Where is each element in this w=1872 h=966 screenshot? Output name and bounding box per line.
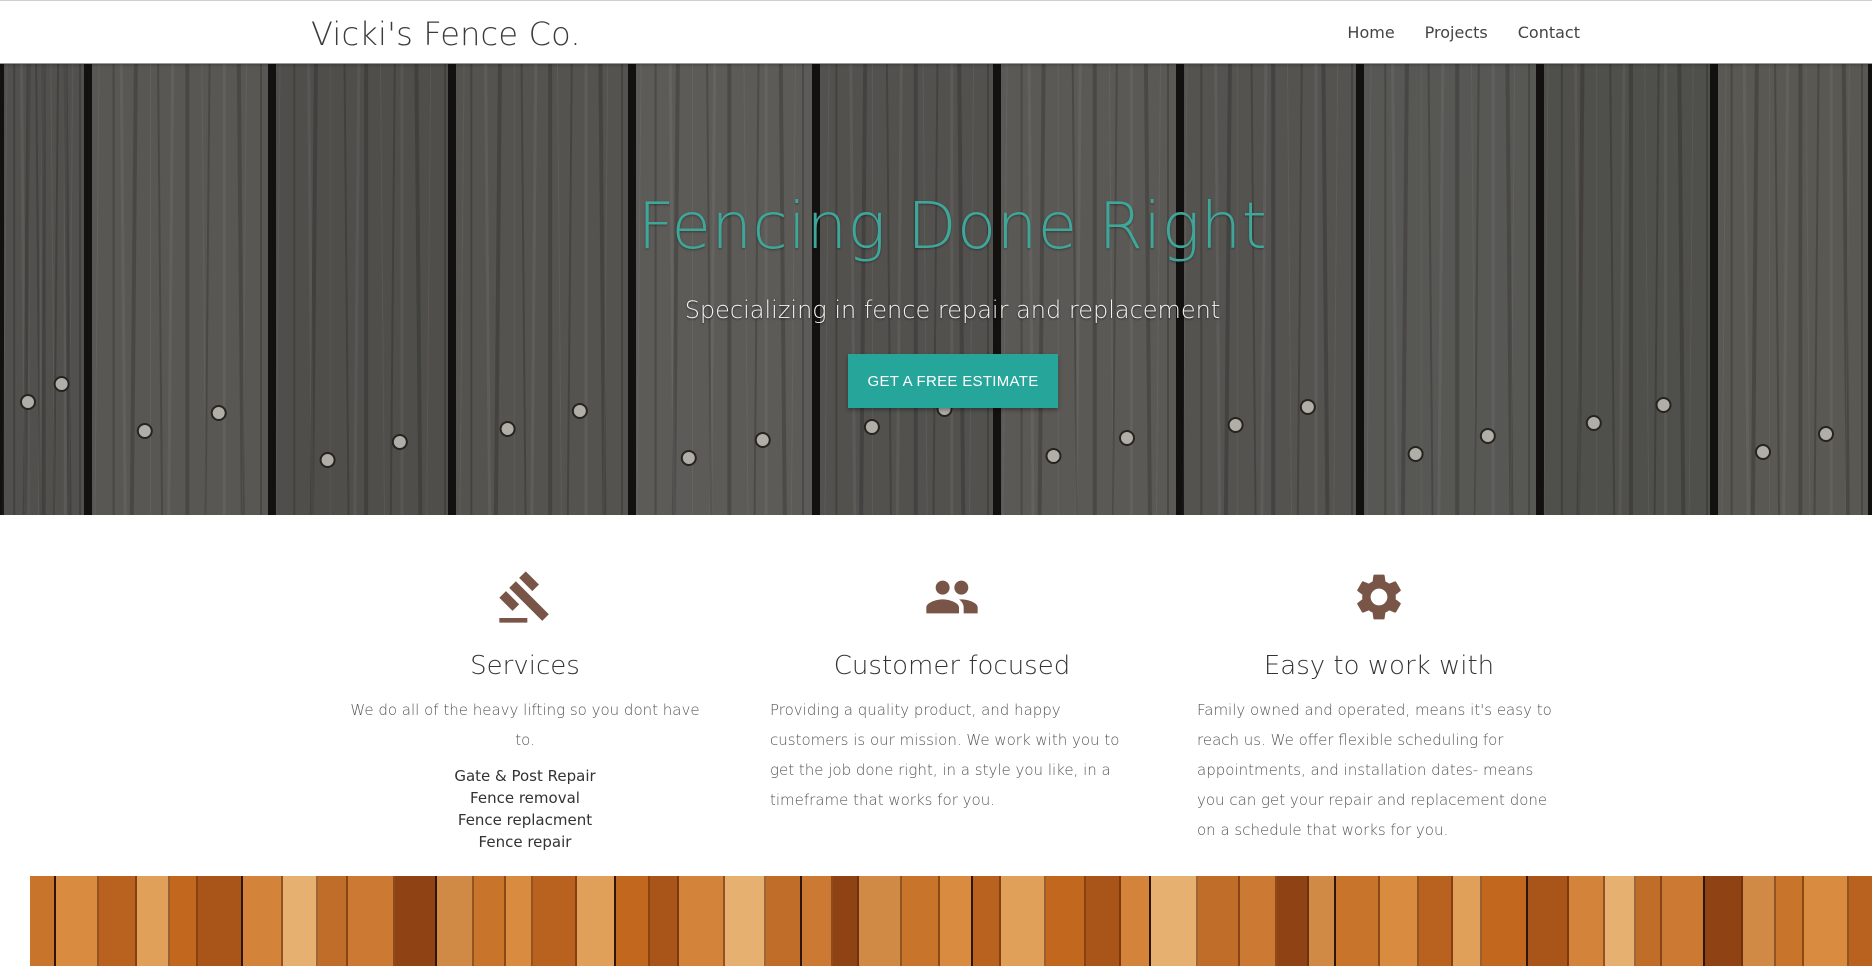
feature-description: We do all of the heavy lifting so you do… <box>350 701 700 749</box>
list-item: Fence repair <box>478 833 572 851</box>
brand-logo[interactable]: Vicki's Fence Co. <box>311 15 581 53</box>
nav-links: Home Projects Contact <box>1347 23 1580 42</box>
list-item: Fence replacment <box>457 811 593 829</box>
list-item: Fence removal <box>470 789 580 807</box>
features-section: Services We do all of the heavy lifting … <box>0 515 1872 875</box>
free-estimate-button[interactable]: GET A FREE ESTIMATE <box>848 354 1058 408</box>
feature-customer-focused: Customer focused Providing a quality pro… <box>762 515 1142 815</box>
nav-link-projects[interactable]: Projects <box>1425 23 1488 42</box>
feature-services: Services We do all of the heavy lifting … <box>335 515 715 853</box>
feature-title: Customer focused <box>833 651 1071 681</box>
nav-link-contact[interactable]: Contact <box>1518 23 1580 42</box>
gavel-icon <box>499 571 549 623</box>
feature-description: Providing a quality product, and happy c… <box>770 701 1120 809</box>
navbar: Vicki's Fence Co. Home Projects Contact <box>0 0 1872 64</box>
hero-section: Fencing Done Right Specializing in fence… <box>0 64 1872 515</box>
feature-title: Easy to work with <box>1263 651 1495 681</box>
list-item: Gate & Post Repair <box>454 767 596 785</box>
feature-title: Services <box>470 651 580 681</box>
hero-title: Fencing Done Right <box>637 190 1268 264</box>
wood-banner-image <box>30 876 1872 966</box>
hero-subtitle: Specializing in fence repair and replace… <box>684 296 1221 324</box>
gear-icon <box>1357 574 1401 620</box>
people-icon <box>926 580 978 614</box>
nav-link-home[interactable]: Home <box>1347 23 1394 42</box>
fence-background-image <box>0 64 1872 515</box>
feature-description: Family owned and operated, means it's ea… <box>1197 701 1552 839</box>
feature-easy-to-work-with: Easy to work with Family owned and opera… <box>1189 515 1569 845</box>
services-list: Gate & Post Repair Fence removal Fence r… <box>335 765 715 853</box>
